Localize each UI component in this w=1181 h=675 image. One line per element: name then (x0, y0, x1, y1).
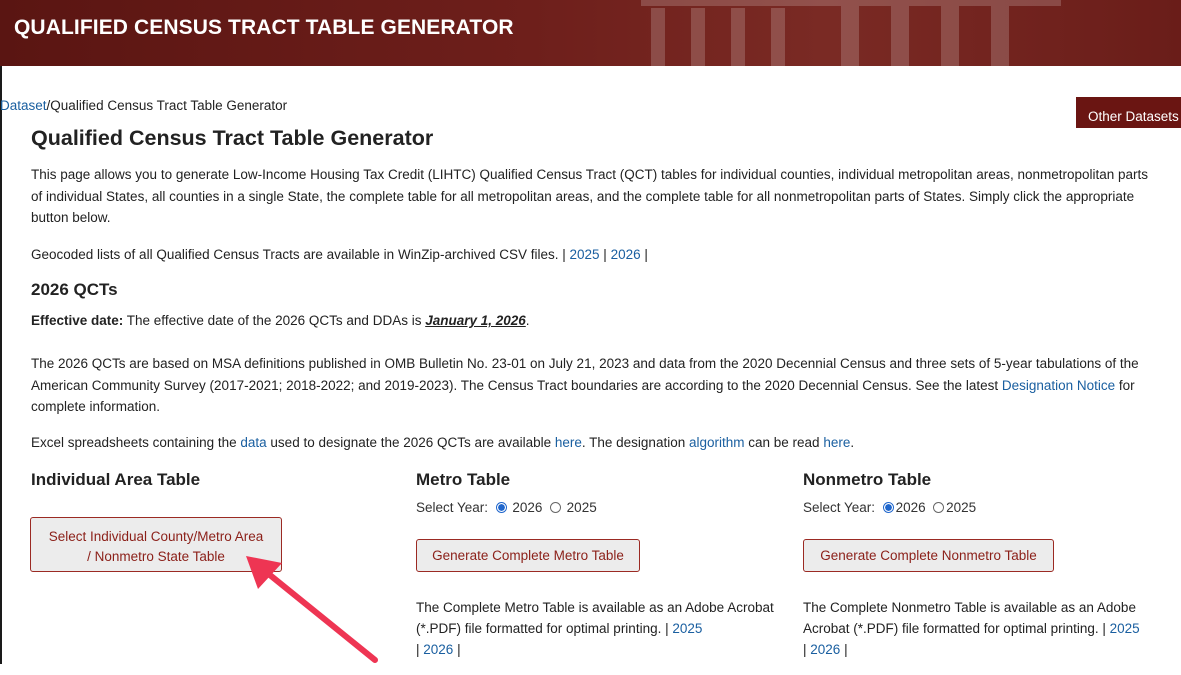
metro-year-2026-label: 2026 (512, 500, 543, 515)
algorithm-link[interactable]: algorithm (689, 435, 745, 450)
breadcrumb-dataset-link[interactable]: Dataset (0, 98, 47, 113)
generate-metro-table-button[interactable]: Generate Complete Metro Table (416, 539, 640, 572)
intro-paragraph: This page allows you to generate Low-Inc… (31, 167, 1149, 225)
nonmetro-year-2026-label: 2026 (895, 500, 926, 515)
metro-pdf-2025-link[interactable]: 2025 (672, 621, 702, 636)
building-columns-graphic (641, 0, 1061, 66)
basis-paragraph: The 2026 QCTs are based on MSA definitio… (31, 353, 1161, 418)
metro-year-2025-label: 2025 (566, 500, 597, 515)
nonmetro-year-2026-radio[interactable] (882, 502, 894, 513)
select-individual-button-line2: / Nonmetro State Table (87, 549, 225, 564)
effective-date-label: Effective date: (31, 313, 124, 328)
nonmetro-year-2025-radio[interactable] (933, 502, 945, 513)
site-banner: QUALIFIED CENSUS TRACT TABLE GENERATOR (0, 0, 1181, 66)
geocoded-sep: | (599, 247, 611, 262)
individual-area-heading: Individual Area Table (31, 470, 201, 489)
excel-text-4: can be read (744, 435, 824, 450)
nonmetro-table-heading: Nonmetro Table (803, 470, 932, 489)
metro-desc-text: The Complete Metro Table is available as… (416, 600, 774, 636)
nonmetro-desc-text: The Complete Nonmetro Table is available… (803, 600, 1136, 636)
geocoded-2026-link[interactable]: 2026 (611, 247, 641, 262)
breadcrumb-current: Qualified Census Tract Table Generator (50, 98, 288, 113)
metro-pdf-2026-link[interactable]: 2026 (423, 642, 453, 657)
qct-heading: 2026 QCTs (31, 280, 118, 299)
effective-date-end: . (525, 313, 530, 328)
basis-text: The 2026 QCTs are based on MSA definitio… (31, 356, 1139, 393)
metro-select-year-label: Select Year: (416, 500, 489, 515)
excel-text-1: Excel spreadsheets containing the (31, 435, 241, 450)
nonmetro-pdf-2025-link[interactable]: 2025 (1110, 621, 1140, 636)
nonmetro-description: The Complete Nonmetro Table is available… (803, 597, 1163, 660)
geocoded-2025-link[interactable]: 2025 (570, 247, 600, 262)
metro-year-2026-radio[interactable] (495, 502, 507, 513)
breadcrumb: Dataset/Qualified Census Tract Table Gen… (0, 98, 287, 113)
nonmetro-year-select: Select Year: 2026 2025 (803, 500, 976, 515)
nonmetro-pdf-2026-link[interactable]: 2026 (810, 642, 840, 657)
annotation-arrow-icon (246, 556, 378, 663)
select-individual-button-line1: Select Individual County/Metro Area (48, 529, 264, 544)
generate-nonmetro-table-button[interactable]: Generate Complete Nonmetro Table (803, 539, 1054, 572)
excel-paragraph: Excel spreadsheets containing the data u… (31, 432, 1161, 454)
metro-year-2025-radio[interactable] (549, 502, 561, 513)
geocoded-tail: | (640, 247, 648, 262)
effective-date-paragraph: Effective date: The effective date of th… (31, 310, 1161, 332)
excel-text-3: . The designation (581, 435, 689, 450)
metro-year-select: Select Year: 2026 2025 (416, 500, 597, 515)
geocoded-text: Geocoded lists of all Qualified Census T… (31, 247, 570, 262)
nonmetro-select-year-label: Select Year: (803, 500, 876, 515)
banner-title: QUALIFIED CENSUS TRACT TABLE GENERATOR (14, 16, 514, 39)
designation-notice-link[interactable]: Designation Notice (1002, 378, 1115, 393)
effective-date-value: January 1, 2026 (425, 313, 526, 328)
metro-table-heading: Metro Table (416, 470, 511, 489)
data-link[interactable]: data (240, 435, 266, 450)
excel-text-5: . (850, 435, 855, 450)
algorithm-here-link[interactable]: here (823, 435, 850, 450)
geocoded-paragraph: Geocoded lists of all Qualified Census T… (31, 244, 1161, 266)
other-datasets-button[interactable]: Other Datasets (1076, 97, 1181, 128)
nonmetro-desc-tail: | (840, 642, 848, 657)
metro-description: The Complete Metro Table is available as… (416, 597, 776, 660)
page-title: Qualified Census Tract Table Generator (31, 126, 434, 150)
excel-text-2: used to designate the 2026 QCTs are avai… (266, 435, 555, 450)
metro-desc-tail: | (453, 642, 461, 657)
nonmetro-year-2025-label: 2025 (946, 500, 977, 515)
effective-date-text: The effective date of the 2026 QCTs and … (123, 313, 426, 328)
spreadsheets-here-link[interactable]: here (555, 435, 582, 450)
